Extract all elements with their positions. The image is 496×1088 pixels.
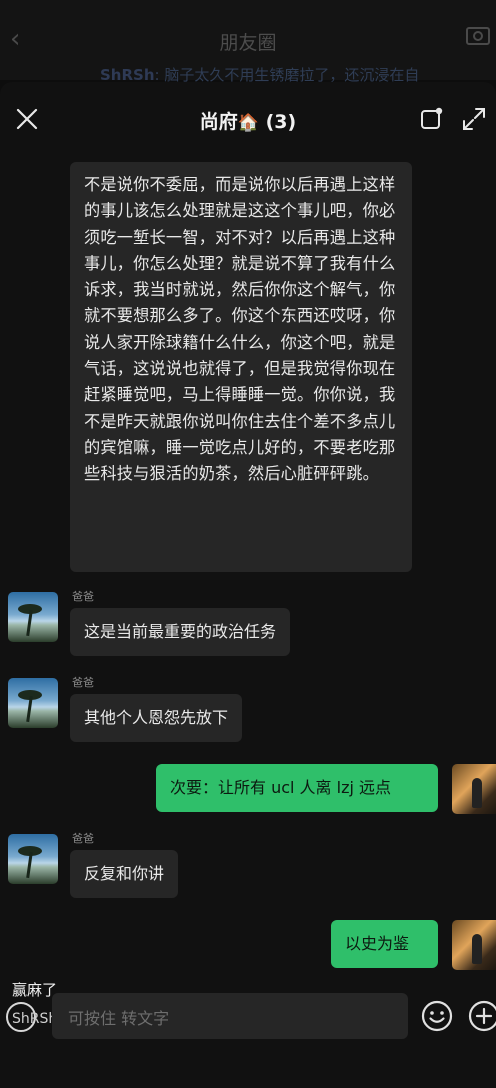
plus-icon[interactable] <box>468 1000 496 1032</box>
avatar-dad[interactable] <box>8 678 58 728</box>
message-input[interactable]: 可按住 转文字 <box>52 993 408 1039</box>
camera-icon[interactable] <box>466 27 490 45</box>
emoji-icon[interactable] <box>421 1000 453 1032</box>
chat-header: 尚府🏠 (3) <box>0 82 496 154</box>
moments-title: 朋友圈 <box>219 32 277 54</box>
member-count: (3) <box>265 111 297 133</box>
overlay-label: 赢麻了 <box>12 981 58 999</box>
message-bubble[interactable]: 其他个人恩怨先放下 <box>70 694 243 742</box>
avatar-self[interactable] <box>452 764 496 814</box>
message-bubble-sent[interactable]: 次要：让所有 ucl 人离 lzj 远点 <box>156 764 438 812</box>
expand-icon[interactable] <box>462 107 486 131</box>
input-placeholder: 可按住 转文字 <box>68 1009 170 1028</box>
message-bubble[interactable]: 反复和你讲 <box>70 850 179 898</box>
chat-sheet: 尚府🏠 (3) 不是说你不委屈，而是说你以后再遇上这样的事儿该怎么处理就是这这个… <box>0 82 496 1088</box>
chat-title-text: 尚府 <box>199 111 238 133</box>
sender-name: 爸爸 <box>72 832 94 845</box>
avatar-dad[interactable] <box>8 834 58 884</box>
moments-background-bar: ‹ 朋友圈 ShRSh: 脑子太久不用生锈磨拉了，还沉浸在自 <box>0 0 496 84</box>
overlay-name: ShRSh <box>12 1011 58 1027</box>
avatar-dad[interactable] <box>8 592 58 642</box>
message-bubble[interactable]: 这是当前最重要的政治任务 <box>70 608 291 656</box>
message-bubble-long[interactable]: 不是说你不委屈，而是说你以后再遇上这样的事儿该怎么处理就是这这个事儿吧，你必须吃… <box>70 162 412 572</box>
float-window-icon[interactable] <box>420 107 444 131</box>
message-bubble-sent[interactable]: 以史为鉴 <box>331 920 438 968</box>
sender-name: 爸爸 <box>72 676 94 689</box>
avatar-self[interactable] <box>452 920 496 970</box>
house-emoji: 🏠 <box>237 113 259 133</box>
sender-name: 爸爸 <box>72 590 94 603</box>
